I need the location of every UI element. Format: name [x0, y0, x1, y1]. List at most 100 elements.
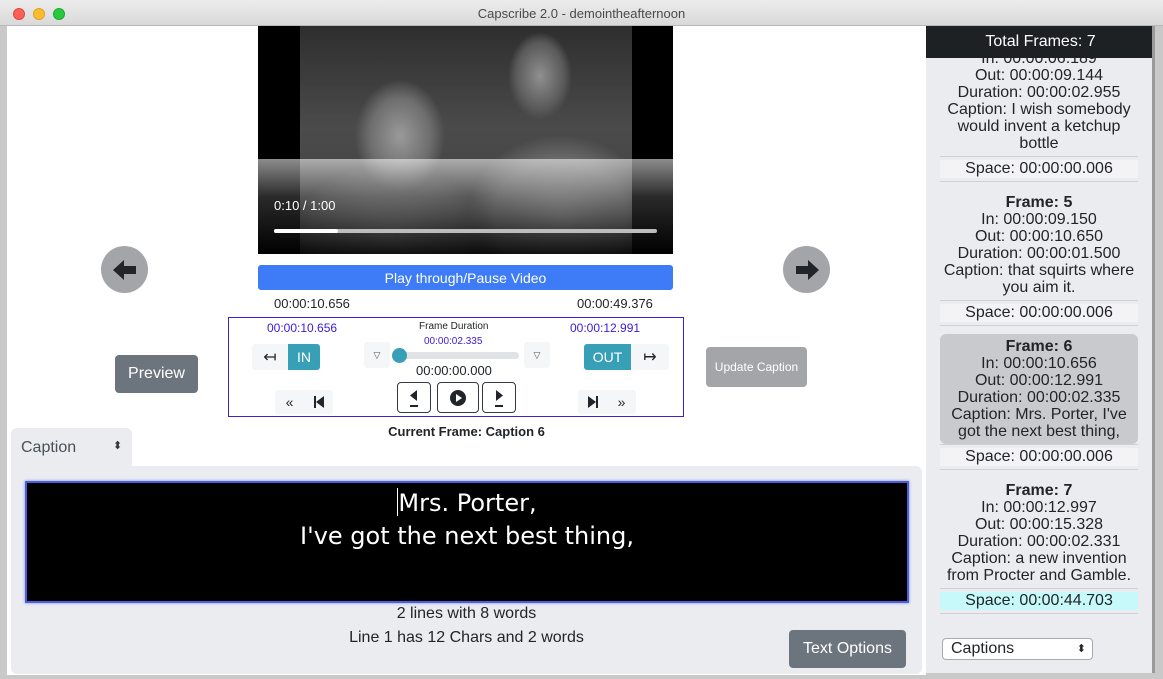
- skip-end-icon: [587, 396, 598, 408]
- play-frame-button[interactable]: [437, 382, 479, 413]
- frame-space-row: Space: 00:00:00.006: [940, 156, 1138, 182]
- step-back-icon: [410, 389, 418, 407]
- caption-type-value: Caption: [21, 439, 77, 456]
- frame-in: In: 00:00:09.150: [981, 211, 1097, 228]
- caption-stats-summary: 2 lines with 8 words: [396, 605, 537, 622]
- frame-space-value: Space: 00:00:00.006: [940, 304, 1138, 322]
- in-point-group: ↤ IN: [252, 344, 320, 370]
- set-out-to-end-button[interactable]: ↦: [631, 344, 669, 370]
- window-title: Capscribe 2.0 - demointheafternoon: [477, 6, 686, 21]
- caption-line-2: I've got the next best thing,: [300, 522, 634, 550]
- arrow-left-icon: [112, 259, 136, 280]
- select-arrows-icon: ⬍: [113, 440, 123, 452]
- frame-gap: [926, 470, 1152, 478]
- preview-button[interactable]: Preview: [115, 355, 198, 393]
- update-caption-button[interactable]: Update Caption: [706, 347, 807, 387]
- frame-space-value: Space: 00:00:00.006: [940, 448, 1138, 466]
- frame-list-item[interactable]: Frame: 7 In: 00:00:12.997 Out: 00:00:15.32…: [940, 478, 1138, 588]
- rewind-group: «: [275, 390, 333, 414]
- caption-type-select[interactable]: Caption ⬍: [11, 428, 132, 466]
- frame-space-row: Space: 00:00:00.006: [940, 300, 1138, 326]
- current-frame-label: Current Frame: Caption 6: [388, 424, 545, 439]
- range-start-time: 00:00:10.656: [274, 296, 350, 311]
- sidebar-view-value: Captions: [951, 640, 1015, 657]
- arrow-bar-left-icon: ↤: [263, 349, 277, 366]
- step-forward-icon: [495, 389, 503, 407]
- frame-caption: Caption: that squirts where you aim it.: [943, 262, 1135, 296]
- video-scrubber[interactable]: [274, 229, 657, 233]
- title-bar: Capscribe 2.0 - demointheafternoon: [0, 0, 1163, 26]
- frame-in: In: 00:00:10.656: [981, 355, 1097, 372]
- in-timecode: 00:00:10.656: [267, 321, 338, 335]
- set-in-to-start-button[interactable]: ↤: [252, 344, 288, 370]
- frame-gap: [926, 326, 1152, 334]
- slider-thumb[interactable]: [392, 348, 407, 363]
- frame-list[interactable]: In: 00:00:06.189 Out: 00:00:09.144 Duratio…: [926, 50, 1152, 622]
- caption-text-editor[interactable]: Mrs. Porter, I've got the next best thin…: [25, 481, 909, 603]
- double-chevron-left-icon: «: [285, 394, 294, 410]
- set-out-button[interactable]: OUT: [584, 344, 631, 370]
- caption-editor-panel: Mrs. Porter, I've got the next best thin…: [11, 466, 922, 674]
- main-panel: 0:10 / 1:00 Play through/Pause Video 00:…: [7, 26, 926, 675]
- step-back-button[interactable]: [397, 382, 431, 413]
- frame-space-value: Space: 00:00:00.006: [940, 160, 1138, 178]
- rewind-button[interactable]: «: [275, 390, 304, 414]
- caption-line-1-text: Mrs. Porter,: [398, 489, 537, 517]
- frame-controls: 00:00:10.656 Frame Duration 00:00:02.335…: [228, 317, 684, 417]
- arrow-bar-right-icon: ↦: [643, 349, 657, 366]
- caption-stats-line: Line 1 has 12 Chars and 2 words: [349, 629, 584, 646]
- triangle-down-icon: ▽: [533, 349, 541, 360]
- next-frame-button[interactable]: [783, 246, 830, 293]
- frame-out: Out: 00:00:10.650: [974, 228, 1104, 245]
- select-arrows-icon: ⬍: [1076, 643, 1086, 655]
- frame-space-value: Space: 00:00:44.703: [940, 592, 1138, 610]
- slider-timecode: 00:00:00.000: [416, 363, 492, 378]
- frame-list-item[interactable]: Frame: 6 In: 00:00:10.656 Out: 00:00:12.99…: [940, 334, 1138, 444]
- skip-start-icon: [313, 396, 324, 408]
- frame-duration: Duration: 00:00:02.335: [957, 389, 1121, 406]
- frame-out: Out: 00:00:15.328: [974, 516, 1104, 533]
- triangle-down-icon: ▽: [373, 349, 381, 360]
- frame-position-slider[interactable]: [392, 348, 519, 363]
- frame-duration: Duration: 00:00:02.331: [957, 533, 1121, 550]
- video-player[interactable]: 0:10 / 1:00: [258, 26, 673, 254]
- set-in-button[interactable]: IN: [288, 344, 320, 370]
- frame-out: Out: 00:00:12.991: [974, 372, 1104, 389]
- video-progress-fill: [274, 229, 338, 233]
- play-circle-icon: [450, 389, 466, 406]
- play-pause-video-button[interactable]: Play through/Pause Video: [258, 265, 673, 290]
- forward-group: »: [578, 390, 636, 414]
- caption-line-1: Mrs. Porter,: [27, 487, 907, 520]
- out-timecode: 00:00:12.991: [570, 321, 641, 335]
- frame-duration-value: 00:00:02.335: [424, 336, 483, 347]
- frame-gap: [926, 614, 1152, 622]
- previous-frame-button[interactable]: [101, 246, 148, 293]
- skip-to-last-button[interactable]: [578, 390, 607, 414]
- frame-in: In: 00:00:12.997: [981, 499, 1097, 516]
- increase-duration-button[interactable]: ▽: [524, 342, 550, 368]
- frame-space-row: Space: 00:00:00.006: [940, 444, 1138, 470]
- frame-list-item[interactable]: Frame: 5 In: 00:00:09.150 Out: 00:00:10.65…: [940, 190, 1138, 300]
- frame-out: Out: 00:00:09.144: [974, 67, 1104, 84]
- frame-duration: Duration: 00:00:01.500: [957, 245, 1121, 262]
- frame-caption: Caption: a new invention from Procter an…: [946, 550, 1132, 584]
- step-forward-button[interactable]: [482, 382, 516, 413]
- frame-duration: Duration: 00:00:02.955: [957, 84, 1121, 101]
- frame-title: Frame: 7: [1005, 482, 1073, 499]
- sidebar-view-select[interactable]: Captions ⬍: [942, 638, 1093, 660]
- frame-space-row: Space: 00:00:44.703: [940, 588, 1138, 614]
- frame-title: Frame: 6: [1005, 338, 1073, 355]
- fast-forward-button[interactable]: »: [607, 390, 636, 414]
- text-options-button[interactable]: Text Options: [789, 630, 906, 668]
- frame-list-item[interactable]: In: 00:00:06.189 Out: 00:00:09.144 Duratio…: [940, 50, 1138, 156]
- out-point-group: OUT ↦: [584, 344, 669, 370]
- frame-caption: Caption: I wish somebody would invent a …: [947, 101, 1131, 152]
- skip-to-first-button[interactable]: [304, 390, 333, 414]
- total-frames-header: Total Frames: 7: [926, 26, 1152, 58]
- range-end-time: 00:00:49.376: [577, 296, 653, 311]
- frames-sidebar: Total Frames: 7 In: 00:00:06.189 Out: 00:…: [926, 26, 1155, 673]
- video-time-display: 0:10 / 1:00: [274, 198, 336, 213]
- decrease-duration-button[interactable]: ▽: [364, 342, 390, 368]
- frame-caption: Caption: Mrs. Porter, I've got the next …: [951, 406, 1127, 440]
- frame-duration-label: Frame Duration: [419, 321, 489, 332]
